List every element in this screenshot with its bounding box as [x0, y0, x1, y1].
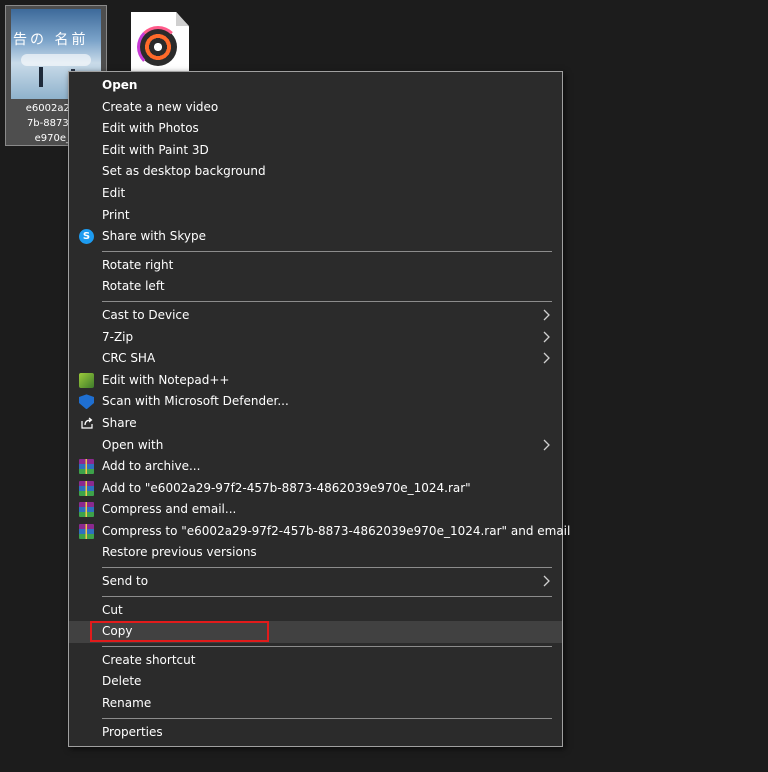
- menu-item-label: Add to "e6002a29-97f2-457b-8873-4862039e…: [102, 480, 471, 495]
- menu-item-label: Open: [102, 78, 138, 92]
- menu-item-label: Edit with Photos: [102, 121, 199, 136]
- menu-item-label: Copy: [102, 624, 133, 639]
- thumbnail-title-text: 告の 名前: [13, 32, 89, 48]
- menu-item-add-to-rar[interactable]: Add to "e6002a29-97f2-457b-8873-4862039e…: [69, 478, 562, 500]
- menu-item-send-to[interactable]: Send to: [69, 571, 562, 593]
- winrar-icon: [79, 523, 94, 539]
- menu-item-label: CRC SHA: [102, 351, 156, 366]
- music-disc-arc-icon: [137, 26, 179, 68]
- menu-item-crc-sha[interactable]: CRC SHA: [69, 348, 562, 370]
- menu-item-label: Print: [102, 207, 130, 222]
- menu-item-cut[interactable]: Cut: [69, 600, 562, 622]
- file-fold-icon: [176, 12, 189, 26]
- menu-item-rotate-right[interactable]: Rotate right: [69, 255, 562, 277]
- menu-item-share[interactable]: Share: [69, 413, 562, 435]
- menu-item-label: Edit with Paint 3D: [102, 142, 209, 157]
- menu-item-properties[interactable]: Properties: [69, 722, 562, 744]
- thumbnail-figure-left: [39, 67, 43, 87]
- share-icon: [79, 416, 94, 431]
- context-menu: Open Create a new video Edit with Photos…: [68, 71, 570, 747]
- skype-icon: S: [79, 229, 94, 245]
- menu-item-create-shortcut[interactable]: Create shortcut: [69, 650, 562, 672]
- menu-item-rename[interactable]: Rename: [69, 693, 562, 715]
- menu-item-label: Create a new video: [102, 99, 219, 114]
- menu-item-open[interactable]: Open: [69, 75, 562, 97]
- menu-item-edit[interactable]: Edit: [69, 183, 562, 205]
- menu-item-edit-with-photos[interactable]: Edit with Photos: [69, 118, 562, 140]
- menu-item-label: Rotate left: [102, 279, 165, 294]
- menu-separator: [102, 595, 552, 597]
- menu-item-label: Properties: [102, 724, 163, 739]
- menu-separator: [102, 300, 552, 302]
- menu-item-create-new-video[interactable]: Create a new video: [69, 97, 562, 119]
- menu-separator: [102, 645, 552, 647]
- desktop: 告の 名前 e6002a29-9 7b-8873-48 e970e_1 Open…: [0, 0, 768, 772]
- menu-item-label: Share with Skype: [102, 229, 206, 244]
- menu-item-label: Rotate right: [102, 257, 174, 272]
- defender-shield-icon: [79, 394, 94, 410]
- menu-item-label: Open with: [102, 437, 164, 452]
- menu-item-compress-to-rar-and-email[interactable]: Compress to "e6002a29-97f2-457b-8873-486…: [69, 521, 570, 543]
- menu-item-label: Delete: [102, 674, 142, 689]
- menu-item-add-to-archive[interactable]: Add to archive...: [69, 456, 562, 478]
- notepad-plus-plus-icon: [79, 372, 94, 388]
- chevron-right-icon: [542, 571, 552, 593]
- menu-item-label: Cut: [102, 602, 123, 617]
- menu-item-7-zip[interactable]: 7-Zip: [69, 327, 562, 349]
- menu-item-print[interactable]: Print: [69, 205, 562, 227]
- menu-item-compress-and-email[interactable]: Compress and email...: [69, 499, 562, 521]
- menu-item-label: Add to archive...: [102, 459, 201, 474]
- menu-item-edit-with-notepad-plus-plus[interactable]: Edit with Notepad++: [69, 370, 562, 392]
- menu-item-label: Compress and email...: [102, 502, 237, 517]
- menu-item-label: Compress to "e6002a29-97f2-457b-8873-486…: [102, 523, 571, 538]
- menu-item-edit-with-paint-3d[interactable]: Edit with Paint 3D: [69, 140, 562, 162]
- menu-item-open-with[interactable]: Open with: [69, 435, 562, 457]
- menu-item-label: Share: [102, 415, 137, 430]
- menu-item-rotate-left[interactable]: Rotate left: [69, 276, 562, 298]
- chevron-right-icon: [542, 327, 552, 349]
- winrar-icon: [79, 459, 94, 475]
- chevron-right-icon: [542, 305, 552, 327]
- menu-item-set-desktop-background[interactable]: Set as desktop background: [69, 161, 562, 183]
- menu-item-scan-with-defender[interactable]: Scan with Microsoft Defender...: [69, 391, 562, 413]
- winrar-icon: [79, 480, 94, 496]
- menu-item-label: Edit with Notepad++: [102, 372, 230, 387]
- menu-item-label: Scan with Microsoft Defender...: [102, 394, 289, 409]
- menu-item-share-with-skype[interactable]: S Share with Skype: [69, 226, 562, 248]
- menu-separator: [102, 717, 552, 719]
- chevron-right-icon: [542, 435, 552, 457]
- menu-item-cast-to-device[interactable]: Cast to Device: [69, 305, 562, 327]
- menu-item-label: Send to: [102, 574, 149, 589]
- context-menu-items: Open Create a new video Edit with Photos…: [69, 75, 570, 744]
- menu-item-label: Edit: [102, 185, 126, 200]
- menu-item-label: Restore previous versions: [102, 545, 257, 560]
- menu-item-delete[interactable]: Delete: [69, 671, 562, 693]
- menu-separator: [102, 567, 552, 569]
- chevron-right-icon: [542, 348, 552, 370]
- menu-item-label: 7-Zip: [102, 329, 134, 344]
- thumbnail-cloud: [21, 54, 91, 66]
- menu-item-label: Cast to Device: [102, 307, 190, 322]
- menu-item-copy[interactable]: Copy: [69, 621, 562, 643]
- winrar-icon: [79, 502, 94, 518]
- menu-separator: [102, 250, 552, 252]
- menu-item-label: Create shortcut: [102, 652, 196, 667]
- desktop-file-audio[interactable]: [128, 10, 194, 80]
- menu-item-restore-previous-versions[interactable]: Restore previous versions: [69, 542, 562, 564]
- menu-item-label: Rename: [102, 696, 152, 711]
- menu-item-label: Set as desktop background: [102, 164, 266, 179]
